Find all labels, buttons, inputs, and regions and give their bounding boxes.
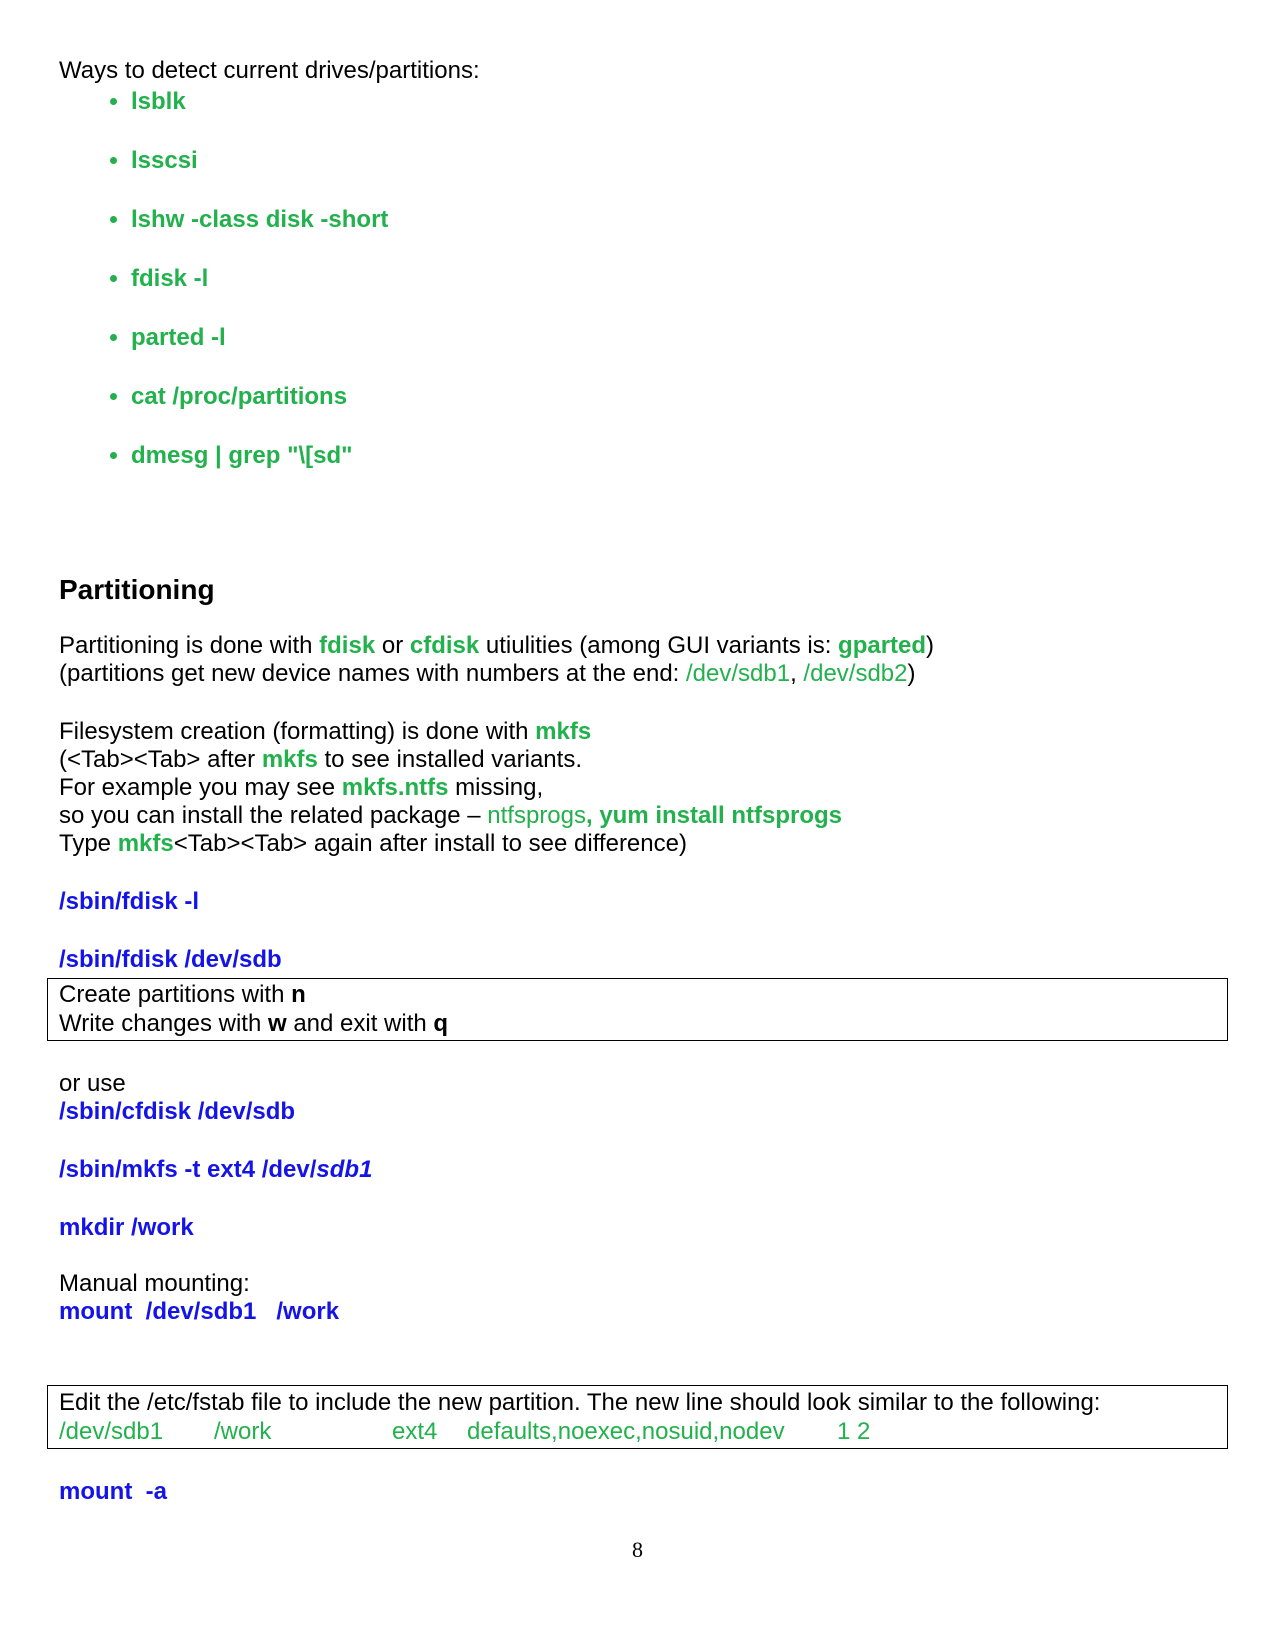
box-line-edit-fstab: Edit the /etc/fstab file to include the …	[59, 1389, 1101, 1416]
command-mkdir: mkdir /work	[59, 1214, 194, 1241]
list-item: parted -l	[131, 324, 388, 383]
box-line-create: Create partitions with n	[59, 981, 306, 1008]
intro-text: Ways to detect current drives/partitions…	[59, 57, 480, 84]
command-cfdisk: /sbin/cfdisk /dev/sdb	[59, 1098, 296, 1125]
command-mount-all: mount -a	[59, 1478, 167, 1505]
paragraph-partitioning: Partitioning is done with fdisk or cfdis…	[59, 632, 935, 659]
command-mount: mount /dev/sdb1 /work	[59, 1298, 340, 1325]
box-line-write: Write changes with w and exit with q	[59, 1010, 449, 1037]
fstab-example-line: /dev/sdb1/work ext4 defaults,noexec,nosuid…	[59, 1418, 871, 1445]
paragraph-install: so you can install the related package –…	[59, 802, 843, 829]
paragraph-retry: Type mkfs<Tab><Tab> again after install …	[59, 830, 687, 857]
list-item: lsblk	[131, 88, 388, 147]
list-item: fdisk -l	[131, 265, 388, 324]
list-item: cat /proc/partitions	[131, 383, 388, 442]
fdisk-instructions-box: Create partitions with n Write changes w…	[47, 978, 1228, 1041]
paragraph-mkfs: Filesystem creation (formatting) is done…	[59, 718, 592, 745]
page-number: 8	[632, 1537, 643, 1562]
list-item: dmesg | grep "\[sd"	[131, 442, 388, 501]
paragraph-example: For example you may see mkfs.ntfs missin…	[59, 774, 544, 801]
paragraph-device-names: (partitions get new device names with nu…	[59, 660, 916, 687]
paragraph-tab-hint: (<Tab><Tab> after mkfs to see installed …	[59, 746, 582, 773]
detect-commands-list: lsblk lsscsi lshw -class disk -short fdi…	[59, 88, 388, 501]
command-fdisk-sdb: /sbin/fdisk /dev/sdb	[59, 946, 282, 973]
section-title: Partitioning	[59, 574, 215, 605]
or-use-text: or use	[59, 1070, 126, 1097]
command-fdisk-list: /sbin/fdisk -l	[59, 888, 200, 915]
manual-mount-label: Manual mounting:	[59, 1270, 250, 1297]
list-item: lshw -class disk -short	[131, 206, 388, 265]
command-mkfs: /sbin/mkfs -t ext4 /dev/sdb1	[59, 1156, 373, 1183]
fstab-instructions-box: Edit the /etc/fstab file to include the …	[47, 1385, 1228, 1449]
list-item: lsscsi	[131, 147, 388, 206]
